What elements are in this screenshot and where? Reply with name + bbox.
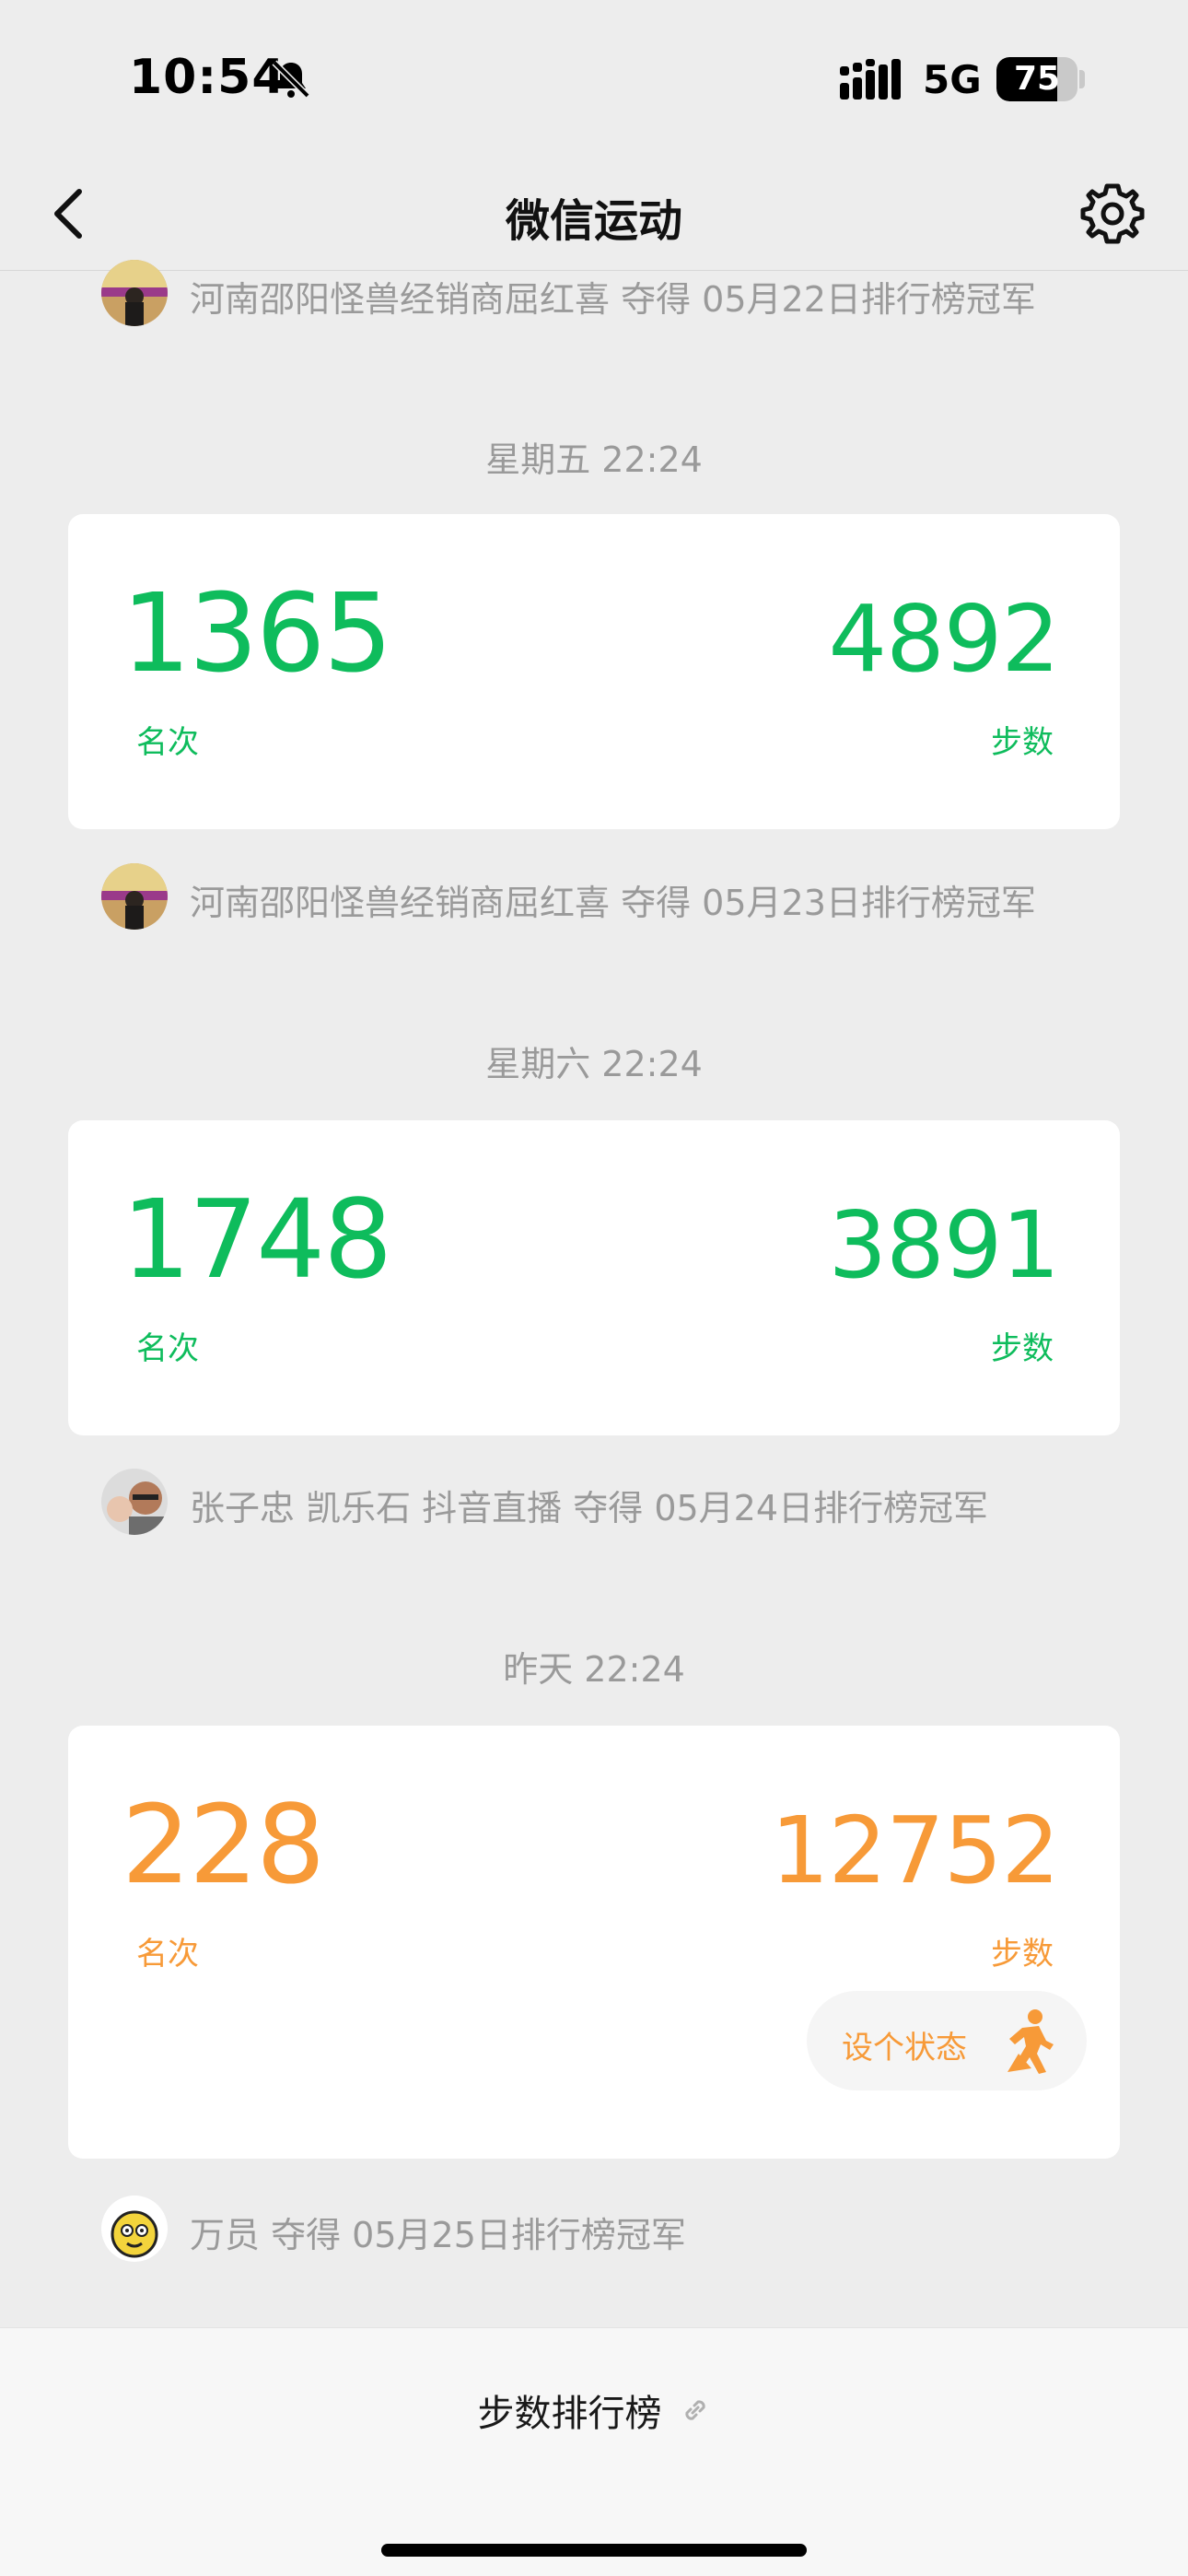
champion-text: 河南邵阳怪兽经销商屈红喜 夺得 05月22日排行榜冠军: [190, 279, 1036, 320]
network-label: 5G: [923, 57, 982, 102]
status-time: 10:54: [129, 50, 286, 105]
ranking-card[interactable]: 228 名次 12752 步数 设个状态: [68, 1726, 1120, 2159]
steps-value: 4892: [828, 585, 1060, 693]
gear-icon[interactable]: [1076, 177, 1149, 251]
page-title: 微信运动: [505, 195, 682, 247]
rank-value: 228: [122, 1781, 325, 1908]
battery-level: 75: [1013, 60, 1061, 98]
ranking-card[interactable]: 1748 名次 3891 步数: [68, 1120, 1120, 1435]
avatar: [101, 1469, 168, 1535]
rank-value: 1748: [122, 1176, 392, 1303]
ranking-card[interactable]: 1365 名次 4892 步数: [68, 514, 1120, 829]
home-indicator[interactable]: [381, 2544, 807, 2557]
signal-icon: [840, 59, 901, 100]
runner-icon: [1007, 2009, 1054, 2074]
status-bar: 10:54 5G 75: [0, 0, 1188, 157]
steps-label: 步数: [991, 724, 1054, 761]
leaderboard-link[interactable]: 步数排行榜: [0, 2383, 1188, 2439]
steps-value: 12752: [770, 1797, 1060, 1904]
battery-icon: 75: [996, 57, 1077, 101]
rank-label: 名次: [136, 1936, 199, 1973]
avatar: [101, 863, 168, 930]
steps-value: 3891: [828, 1191, 1060, 1299]
rank-label: 名次: [136, 724, 199, 761]
rank-label: 名次: [136, 1330, 199, 1367]
champion-text: 河南邵阳怪兽经销商屈红喜 夺得 05月23日排行榜冠军: [190, 883, 1036, 923]
nav-bar: 微信运动: [0, 157, 1188, 271]
rank-value: 1365: [122, 569, 392, 697]
avatar: [101, 2195, 168, 2262]
set-status-label: 设个状态: [842, 2030, 967, 2067]
avatar: [101, 260, 168, 326]
bell-slash-icon: [272, 60, 310, 99]
battery-cap: [1079, 70, 1085, 88]
link-icon: [684, 2400, 705, 2420]
timestamp: 星期五 22:24: [485, 439, 703, 480]
champion-text: 张子忠 凯乐石 抖音直播 夺得 05月24日排行榜冠军: [190, 1488, 989, 1528]
timestamp: 昨天 22:24: [503, 1649, 685, 1690]
bottom-bar: 步数排行榜: [0, 2327, 1188, 2576]
champion-text: 万员 夺得 05月25日排行榜冠军: [190, 2215, 686, 2255]
timestamp: 星期六 22:24: [485, 1044, 703, 1084]
steps-label: 步数: [991, 1936, 1054, 1973]
steps-label: 步数: [991, 1330, 1054, 1367]
leaderboard-label: 步数排行榜: [477, 2393, 662, 2435]
set-status-button[interactable]: 设个状态: [807, 1991, 1087, 2090]
wechat-sport-screen: 10:54 5G 75 微信运动 河南邵阳怪兽经销商屈红喜 夺得 05月22日排…: [0, 0, 1188, 2576]
